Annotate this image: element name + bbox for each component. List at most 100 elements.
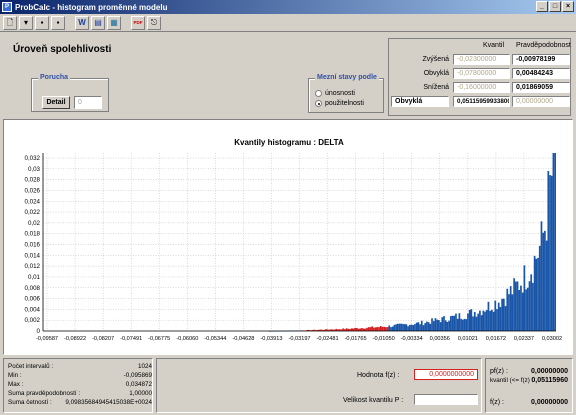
x-tick-label: 0,02337 — [514, 336, 534, 342]
histogram-bar — [378, 327, 380, 331]
quantile-field-obvykla[interactable]: -0,07800000 — [453, 68, 510, 79]
title-bar: P ProbCalc - histogram proměnné modelu _… — [0, 0, 576, 14]
stat-value: -0,095869 — [123, 372, 152, 379]
word-icon[interactable]: W — [75, 15, 89, 30]
histogram-bar — [451, 315, 454, 331]
histogram-bar — [449, 316, 452, 331]
histogram-bar — [420, 320, 423, 331]
y-tick-label: 0,012 — [25, 263, 41, 270]
histogram-bar — [509, 286, 512, 331]
histogram-bar — [520, 285, 522, 331]
pf-label: pf(z) : — [490, 368, 508, 375]
quantile-size-label: Velikost kvantilu P : — [343, 397, 404, 404]
limit-state-group-title: Mezní stavy podle — [315, 74, 379, 81]
histogram-bar — [388, 325, 391, 331]
histogram-bar — [492, 311, 495, 331]
histogram-bar — [544, 230, 546, 331]
histogram-bar — [407, 326, 409, 331]
chart-grid — [43, 153, 556, 332]
histogram-bar — [410, 324, 413, 331]
quantile-field-snizena[interactable]: -0,16000000 — [453, 82, 510, 93]
histogram-bar — [554, 153, 556, 331]
histogram-bar — [497, 302, 500, 331]
radio-pouzitelnosti-label: použitelnosti — [325, 100, 364, 107]
histogram-bar — [491, 309, 493, 331]
histogram-bar — [390, 327, 392, 331]
exit-icon[interactable]: ⎋ — [147, 15, 161, 30]
stat-value: 1,00000 — [129, 390, 152, 397]
histogram-bar — [396, 323, 399, 331]
histogram-bar — [431, 318, 433, 331]
save-as-icon[interactable]: ▪ — [51, 15, 65, 30]
minimize-button[interactable]: _ — [536, 1, 548, 12]
radio-pouzitelnosti-circle[interactable] — [315, 100, 322, 107]
y-tick-label: 0,02 — [28, 220, 41, 227]
histogram-bar — [465, 319, 468, 331]
histogram-bar — [477, 313, 480, 331]
x-tick-label: -0,03197 — [288, 336, 310, 342]
histogram-bar — [463, 318, 466, 331]
x-tick-label: 0,01672 — [486, 336, 506, 342]
level-select[interactable]: Obvyklá — [391, 96, 449, 107]
pdf-icon[interactable]: PDF — [131, 15, 145, 30]
histogram-bar — [521, 292, 524, 331]
histogram-bar — [354, 327, 356, 331]
histogram-bar — [535, 258, 538, 331]
histogram-bar — [373, 327, 375, 331]
toolbar: 🗋 ▾ ▪ ▪ W ▤ ▦ PDF ⎋ — [0, 14, 576, 32]
header-panel: Úroveň spolehlivosti Porucha Detail 0 Me… — [3, 35, 386, 115]
detail-field[interactable]: 0 — [74, 96, 102, 109]
x-tick-label: 0,01021 — [458, 336, 478, 342]
table-icon[interactable]: ▦ — [107, 15, 121, 30]
histogram-bar — [525, 289, 527, 331]
word-export-icon[interactable]: ▤ — [91, 15, 105, 30]
save-icon[interactable]: ▪ — [35, 15, 49, 30]
quantile-input[interactable]: 0,05115959933800 — [453, 96, 510, 107]
probability-result: 0,00000000 — [512, 96, 570, 107]
pf-value: 0,00000000 — [531, 368, 568, 375]
histogram-bar — [398, 323, 401, 331]
histogram-bar — [355, 327, 358, 331]
histogram-bar — [461, 319, 464, 331]
radio-unosnosti[interactable]: únosnosti — [315, 90, 355, 97]
histogram-bar — [369, 327, 372, 331]
y-tick-label: 0,004 — [25, 306, 41, 313]
histogram-bar — [385, 327, 387, 331]
histogram-bar — [537, 257, 539, 331]
detail-button[interactable]: Detail — [42, 96, 70, 109]
histogram-bar — [514, 281, 517, 331]
close-button[interactable]: × — [562, 1, 574, 12]
histogram-bar — [518, 289, 521, 331]
histogram-bar — [506, 288, 509, 331]
radio-pouzitelnosti[interactable]: použitelnosti — [315, 100, 364, 107]
quantile-panel: Kvantil Pravděpodobnost Zvýšená -0,02300… — [388, 38, 571, 116]
histogram-bar — [552, 153, 555, 331]
fz-value-label: Hodnota f(z) : — [357, 372, 400, 379]
stats-panel: Počet intervalů : 1024 Min : -0,095869 Max… — [3, 358, 153, 413]
fz-value-field[interactable]: 0,0000000000 — [414, 369, 478, 380]
dropdown-icon[interactable]: ▾ — [19, 15, 33, 30]
histogram-bar — [530, 274, 533, 331]
quantile-size-field[interactable] — [414, 394, 478, 405]
histogram-bar — [523, 265, 526, 331]
quantile-field-zvysena[interactable]: -0,02300000 — [453, 54, 510, 65]
chart-frame: Kvantily histogramu : DELTA 0 0,002 0,004 0… — [3, 119, 573, 355]
stat-row: Max : 0,034872 — [8, 381, 152, 388]
histogram-bar — [383, 326, 385, 331]
window-controls: _ □ × — [536, 1, 574, 12]
histogram-bar — [386, 327, 389, 331]
histogram-bar — [501, 298, 503, 331]
histogram-bar — [502, 298, 505, 331]
y-tick-label: 0,024 — [25, 198, 41, 205]
probability-field-obvykla: 0,00484243 — [512, 68, 570, 79]
new-icon[interactable]: 🗋 — [3, 15, 17, 30]
radio-unosnosti-circle[interactable] — [315, 90, 322, 97]
x-tick-label: 0,03002 — [542, 336, 562, 342]
histogram-bar — [429, 323, 432, 331]
x-tick-label: -0,06060 — [176, 336, 198, 342]
x-tick-label: -0,04628 — [232, 336, 254, 342]
histogram-bar — [547, 170, 550, 331]
histogram-bar — [422, 325, 425, 331]
maximize-button[interactable]: □ — [549, 1, 561, 12]
histogram-bar — [393, 324, 396, 331]
